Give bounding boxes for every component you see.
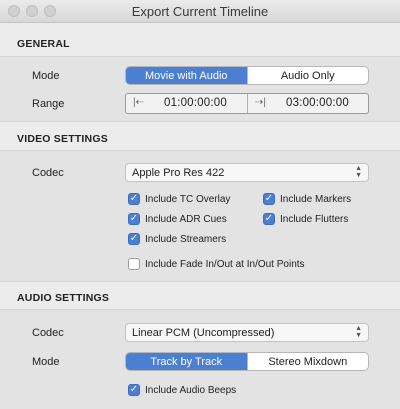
include-fade-checkbox[interactable]: Include Fade In/Out at In/Out Points [128, 258, 305, 270]
range-in-field[interactable]: |⇠ 01:00:00:00 [126, 94, 246, 113]
audio-codec-label: Codec [32, 327, 64, 339]
audio-section-header: AUDIO SETTINGS [17, 292, 110, 304]
checkmark-icon: ✓ [128, 384, 140, 396]
mode-movie-with-audio-option[interactable]: Movie with Audio [126, 67, 247, 84]
checkmark-icon: ✓ [128, 193, 140, 205]
audio-mode-control[interactable]: Track by Track Stereo Mixdown [125, 352, 369, 371]
mode-audio-only-option[interactable]: Audio Only [246, 67, 369, 84]
checkbox-label: Include ADR Cues [145, 213, 227, 225]
include-adr-cues-checkbox[interactable]: ✓ Include ADR Cues [128, 213, 227, 225]
mode-stereo-mixdown-option[interactable]: Stereo Mixdown [246, 353, 369, 370]
range-in-timecode: 01:00:00:00 [164, 97, 227, 109]
audio-codec-value: Linear PCM (Uncompressed) [132, 327, 275, 339]
video-codec-select[interactable]: Apple Pro Res 422 ▲ ▼ [125, 163, 369, 182]
include-tc-overlay-checkbox[interactable]: ✓ Include TC Overlay [128, 193, 230, 205]
checkbox-unchecked-icon [128, 258, 140, 270]
checkmark-icon: ✓ [263, 213, 275, 225]
video-codec-label: Codec [32, 167, 64, 179]
include-markers-checkbox[interactable]: ✓ Include Markers [263, 193, 351, 205]
general-section-header: GENERAL [17, 38, 70, 50]
chevron-updown-icon: ▲ ▼ [355, 165, 362, 179]
checkbox-label: Include Markers [280, 193, 352, 205]
chevron-updown-icon: ▲ ▼ [355, 325, 362, 339]
mode-track-by-track-option[interactable]: Track by Track [126, 353, 247, 370]
checkbox-label: Include Streamers [145, 233, 227, 245]
video-codec-value: Apple Pro Res 422 [132, 167, 225, 179]
range-out-field[interactable]: ⇢| 03:00:00:00 [248, 94, 368, 113]
checkbox-label: Include TC Overlay [145, 193, 231, 205]
title-bar: Export Current Timeline [0, 0, 400, 23]
video-section-header: VIDEO SETTINGS [17, 133, 108, 145]
range-out-timecode: 03:00:00:00 [286, 97, 349, 109]
window-title: Export Current Timeline [131, 4, 269, 19]
mode-label: Mode [32, 70, 60, 82]
include-flutters-checkbox[interactable]: ✓ Include Flutters [263, 213, 348, 225]
range-label: Range [32, 98, 65, 110]
mark-out-icon: ⇢| [255, 97, 266, 108]
checkmark-icon: ✓ [128, 233, 140, 245]
audio-codec-select[interactable]: Linear PCM (Uncompressed) ▲ ▼ [125, 323, 369, 342]
checkbox-label: Include Fade In/Out at In/Out Points [145, 258, 305, 270]
checkbox-label: Include Flutters [280, 213, 349, 225]
checkmark-icon: ✓ [263, 193, 275, 205]
mark-in-icon: |⇠ [133, 97, 144, 108]
general-mode-control[interactable]: Movie with Audio Audio Only [125, 66, 369, 85]
include-audio-beeps-checkbox[interactable]: ✓ Include Audio Beeps [128, 384, 236, 396]
include-streamers-checkbox[interactable]: ✓ Include Streamers [128, 233, 226, 245]
audio-mode-label: Mode [32, 356, 60, 368]
checkmark-icon: ✓ [128, 213, 140, 225]
checkbox-label: Include Audio Beeps [145, 384, 237, 396]
range-control: |⇠ 01:00:00:00 ⇢| 03:00:00:00 [125, 93, 369, 114]
